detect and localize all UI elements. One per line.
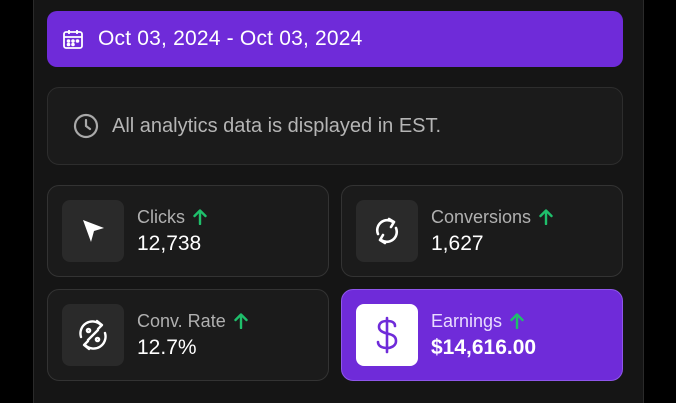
clock-icon: [73, 113, 99, 139]
metric-value: 12,738: [137, 232, 202, 255]
refresh-icon: [356, 200, 418, 262]
date-range-label: Oct 03, 2024 - Oct 03, 2024: [98, 27, 363, 50]
metric-label: Earnings: [431, 311, 503, 331]
arrow-up-icon: [539, 209, 553, 225]
calendar-icon: [63, 30, 83, 49]
metric-card-clicks[interactable]: Clicks 12,738: [47, 185, 329, 277]
metric-card-conversions[interactable]: Conversions 1,627: [341, 185, 623, 277]
metric-card-earnings[interactable]: Earnings $14,616.00: [341, 289, 623, 381]
arrow-up-icon: [510, 313, 524, 329]
date-range-button[interactable]: Oct 03, 2024 - Oct 03, 2024: [47, 11, 623, 67]
metric-value: 12.7%: [137, 336, 197, 359]
metric-value: $14,616.00: [431, 336, 537, 359]
metric-card-conv-rate[interactable]: Conv. Rate 12.7%: [47, 289, 329, 381]
cursor-icon: [62, 200, 124, 262]
metric-label: Conversions: [431, 207, 532, 227]
metric-label: Clicks: [137, 207, 185, 227]
metric-label: Conv. Rate: [137, 311, 226, 331]
metric-value: 1,627: [431, 232, 484, 255]
percent-cycle-icon: [62, 304, 124, 366]
arrow-up-icon: [234, 313, 248, 329]
arrow-up-icon: [193, 209, 207, 225]
timezone-notice: All analytics data is displayed in EST.: [47, 87, 623, 165]
timezone-notice-text: All analytics data is displayed in EST.: [112, 114, 442, 137]
dollar-icon: [356, 304, 418, 366]
